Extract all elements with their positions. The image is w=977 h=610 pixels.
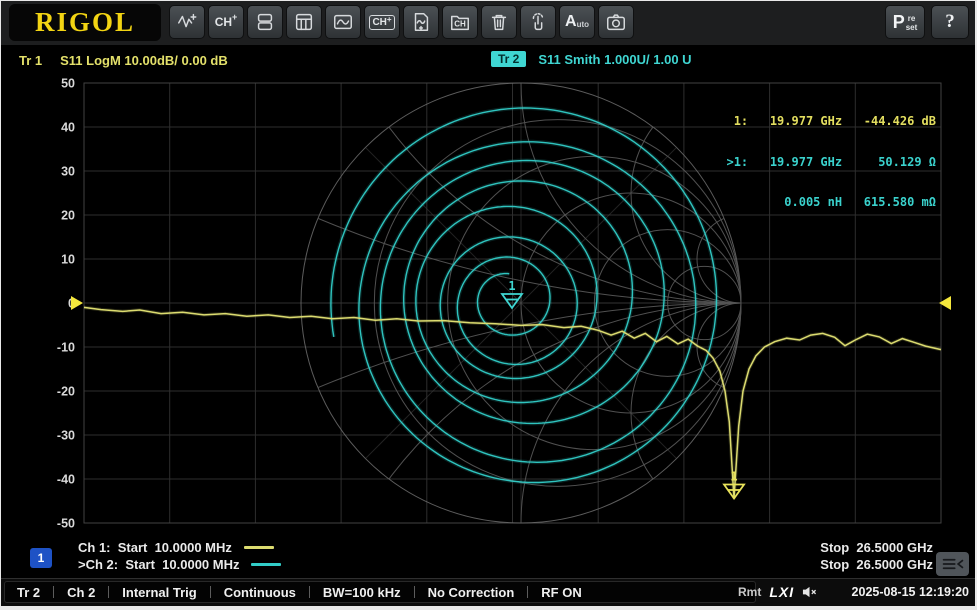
- rigol-logo: RIGOL: [9, 4, 161, 41]
- channel1-start-label: Ch 1: Start 10.0000 MHz: [78, 540, 232, 555]
- y-axis-tick: 0: [68, 297, 75, 311]
- toolbar-buttons: CH+ CH+ CH: [169, 5, 634, 39]
- trace2-color-swatch: [251, 563, 281, 566]
- status-left-group: Tr 2 Ch 2 Internal Trig Continuous BW=10…: [4, 581, 756, 603]
- trace1-info[interactable]: Tr 1 S11 LogM 10.00dB/ 0.00 dB: [19, 53, 228, 68]
- collapse-menu-button[interactable]: [936, 552, 969, 576]
- meas-table-icon: [293, 11, 315, 33]
- channel2-stop-label: Stop 26.5000 GHz: [820, 557, 933, 572]
- vna-screen: RIGOL CH+ CH+: [0, 0, 977, 610]
- marker1-trace2-readout: >1: 19.977 GHz 50.129 Ω: [719, 156, 936, 170]
- y-axis-tick: 30: [61, 165, 75, 179]
- channel1-info[interactable]: Ch 1: Start 10.0000 MHz: [78, 540, 274, 555]
- window-layout-icon: [254, 11, 276, 33]
- preset-label: P: [893, 12, 905, 33]
- y-axis-tick: 40: [61, 121, 75, 135]
- help-icon: ?: [945, 11, 955, 33]
- y-axis-tick: -20: [57, 385, 75, 399]
- trace2-active-badge[interactable]: Tr 2: [491, 51, 526, 67]
- trace1-glow: [84, 307, 941, 498]
- trace2-glow: [331, 108, 717, 483]
- marker1-trace1[interactable]: 1: [724, 469, 744, 498]
- marker1-trace1-readout: 1: 19.977 GHz -44.426 dB: [719, 115, 936, 129]
- toolbar-right-buttons: P reset ?: [885, 5, 969, 39]
- svg-text:1: 1: [730, 469, 737, 483]
- status-if-bandwidth[interactable]: BW=100 kHz: [323, 585, 401, 600]
- touch-icon: [527, 11, 549, 33]
- channel-badge: 1: [30, 548, 52, 568]
- screenshot-button[interactable]: [598, 5, 634, 39]
- divider: [108, 586, 109, 598]
- toolbar: RIGOL CH+ CH+: [1, 1, 975, 46]
- delete-button[interactable]: [481, 5, 517, 39]
- folder-ch-label: CH: [454, 19, 466, 28]
- trace1-color-swatch: [244, 546, 274, 549]
- ref-level-marker-right[interactable]: [939, 296, 951, 310]
- divider: [414, 586, 415, 598]
- y-axis-labels: 50 40 30 20 10 0 -10 -20 -30 -40 -50: [57, 77, 75, 531]
- y-axis-tick: 10: [61, 253, 75, 267]
- channel2-info[interactable]: >Ch 2: Start 10.0000 MHz: [78, 557, 281, 572]
- divider: [309, 586, 310, 598]
- save-trace-button[interactable]: [403, 5, 439, 39]
- plus-icon: +: [232, 12, 237, 22]
- marker1-trace2[interactable]: 1: [502, 279, 522, 308]
- divider: [210, 586, 211, 598]
- divider: [527, 586, 528, 598]
- status-bar: Tr 2 Ch 2 Internal Trig Continuous BW=10…: [1, 578, 975, 606]
- trace-window-icon: [332, 11, 354, 33]
- channel1-stop-label: Stop 26.5000 GHz: [820, 540, 933, 555]
- trace1-desc: S11 LogM 10.00dB/ 0.00 dB: [60, 53, 228, 68]
- y-axis-tick: -10: [57, 341, 75, 355]
- status-right-group: Rmt LXI 2025-08-15 12:19:20: [738, 581, 969, 603]
- marker1-trace2-readout2: 0.005 nH 615.580 mΩ: [719, 196, 936, 210]
- y-axis-tick: -50: [57, 517, 75, 531]
- channel-window-button[interactable]: CH+: [364, 5, 400, 39]
- camera-icon: [605, 11, 627, 33]
- y-axis-tick: 20: [61, 209, 75, 223]
- status-trigger-source[interactable]: Internal Trig: [122, 585, 196, 600]
- auto-label: A: [565, 13, 577, 31]
- remote-indicator: Rmt: [738, 585, 761, 599]
- trash-icon: [488, 11, 510, 33]
- speaker-muted-icon[interactable]: [802, 585, 817, 599]
- y-axis-tick: 50: [61, 77, 75, 91]
- waveform-add-icon: [176, 11, 198, 33]
- y-axis-tick: -30: [57, 429, 75, 443]
- divider: [53, 586, 54, 598]
- trace-window-button[interactable]: [325, 5, 361, 39]
- trace2-desc: S11 Smith 1.000U/ 1.00 U: [538, 52, 691, 67]
- status-sweep-mode[interactable]: Continuous: [224, 585, 296, 600]
- datetime: 2025-08-15 12:19:20: [852, 585, 969, 599]
- channel2-start-label: >Ch 2: Start 10.0000 MHz: [78, 557, 239, 572]
- trace-document-icon: [410, 11, 432, 33]
- add-channel-label: CH: [215, 15, 232, 29]
- trace2-info[interactable]: Tr 2 S11 Smith 1.000U/ 1.00 U: [491, 51, 692, 67]
- trace2-smith-trace: [331, 108, 717, 483]
- measurement-setup-button[interactable]: [286, 5, 322, 39]
- ref-level-marker-left[interactable]: [71, 296, 83, 310]
- window-layout-button[interactable]: [247, 5, 283, 39]
- new-trace-button[interactable]: [169, 5, 205, 39]
- channel-box-icon: CH+: [369, 15, 394, 30]
- touch-button[interactable]: [520, 5, 556, 39]
- menu-collapse-icon: [941, 556, 965, 572]
- help-button[interactable]: ?: [931, 5, 969, 39]
- preset-button[interactable]: P reset: [885, 5, 925, 39]
- marker-readout: 1: 19.977 GHz -44.426 dB >1: 19.977 GHz …: [719, 88, 936, 237]
- y-axis-tick: -40: [57, 473, 75, 487]
- lxi-logo: LXI: [769, 584, 794, 600]
- status-rf-output[interactable]: RF ON: [541, 585, 581, 600]
- status-active-channel[interactable]: Ch 2: [67, 585, 95, 600]
- trace1-logmag-trace: [84, 307, 941, 498]
- recall-channel-button[interactable]: CH: [442, 5, 478, 39]
- auto-button[interactable]: Auto: [559, 5, 595, 39]
- add-channel-button[interactable]: CH+: [208, 5, 244, 39]
- svg-text:1: 1: [508, 279, 515, 293]
- status-correction[interactable]: No Correction: [428, 585, 515, 600]
- status-active-trace[interactable]: Tr 2: [17, 585, 40, 600]
- trace1-id: Tr 1: [19, 53, 42, 68]
